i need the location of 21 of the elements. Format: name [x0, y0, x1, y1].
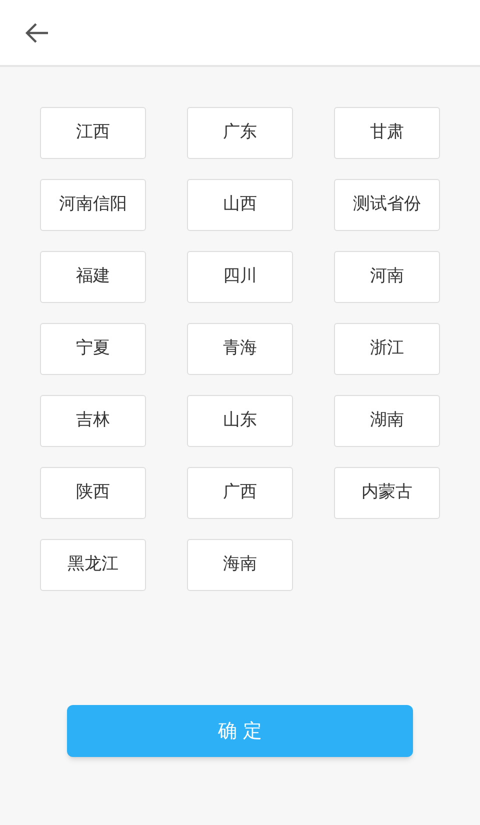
- province-option[interactable]: 黑龙江: [40, 539, 146, 591]
- province-option[interactable]: 河南: [334, 251, 440, 303]
- province-option[interactable]: 湖南: [334, 395, 440, 447]
- province-option[interactable]: 四川: [187, 251, 293, 303]
- province-option[interactable]: 河南信阳: [40, 179, 146, 231]
- province-option[interactable]: 海南: [187, 539, 293, 591]
- province-option[interactable]: 吉林: [40, 395, 146, 447]
- province-option[interactable]: 福建: [40, 251, 146, 303]
- province-option[interactable]: 宁夏: [40, 323, 146, 375]
- province-option[interactable]: 广东: [187, 107, 293, 159]
- province-option[interactable]: 山西: [187, 179, 293, 231]
- province-option[interactable]: 广西: [187, 467, 293, 519]
- province-option[interactable]: 江西: [40, 107, 146, 159]
- back-icon[interactable]: [25, 22, 49, 42]
- province-option[interactable]: 测试省份: [334, 179, 440, 231]
- province-option[interactable]: 浙江: [334, 323, 440, 375]
- province-option[interactable]: 内蒙古: [334, 467, 440, 519]
- province-option[interactable]: 青海: [187, 323, 293, 375]
- province-option[interactable]: 甘肃: [334, 107, 440, 159]
- province-option[interactable]: 陕西: [40, 467, 146, 519]
- province-option[interactable]: 山东: [187, 395, 293, 447]
